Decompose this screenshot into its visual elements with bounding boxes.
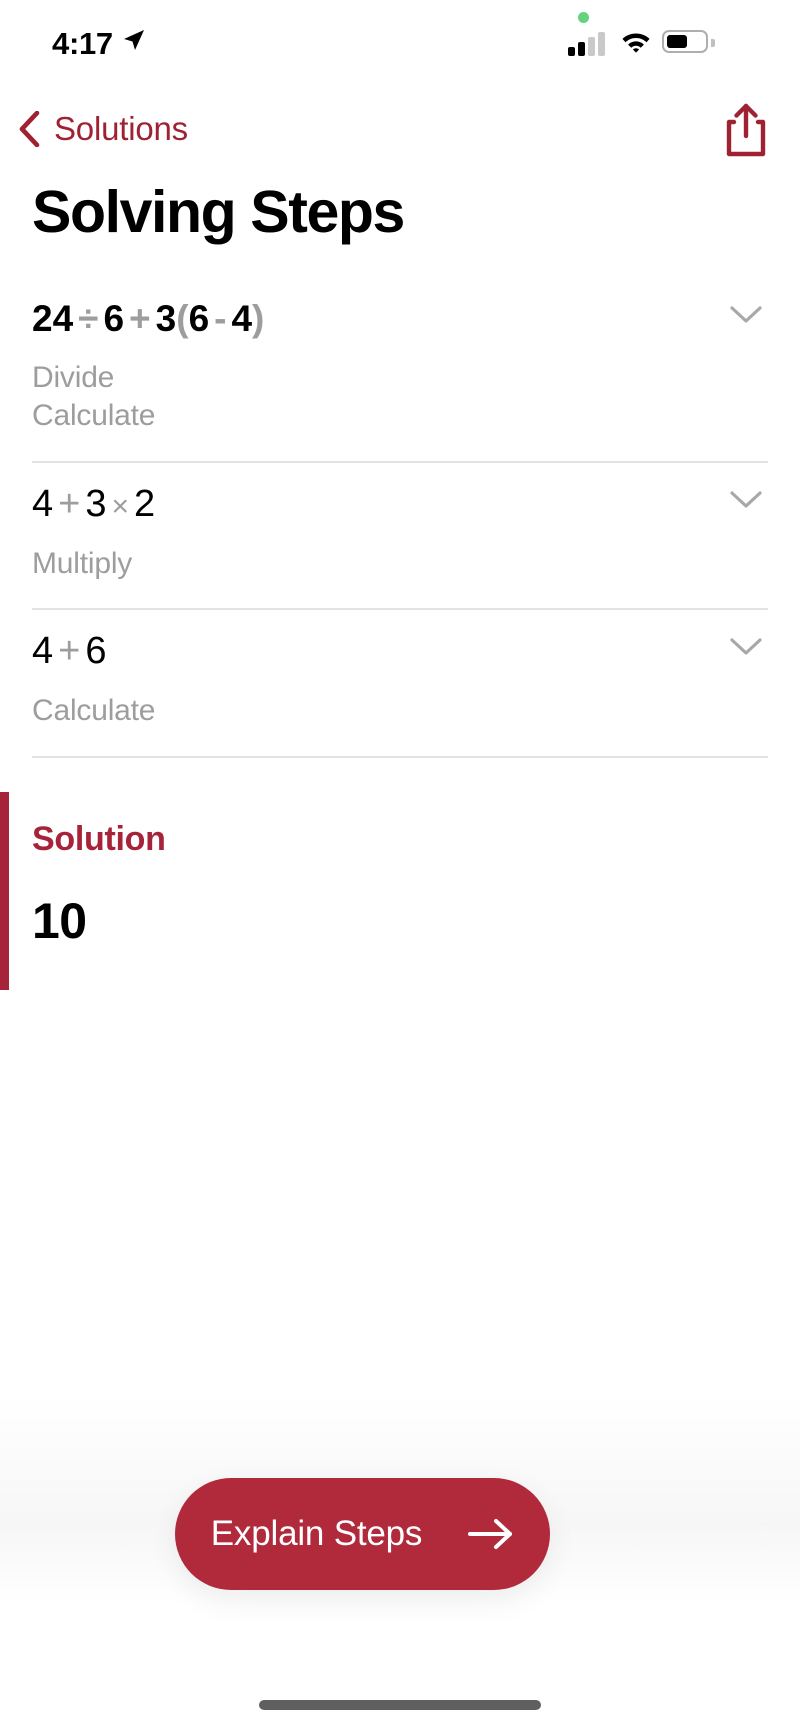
wifi-icon [622, 33, 650, 53]
expression-token: 6 [188, 298, 210, 339]
step-label-group: Divide Calculate [32, 359, 768, 435]
page-title: Solving Steps [32, 179, 405, 245]
chevron-down-icon[interactable] [728, 302, 764, 326]
expression-token: ( [176, 298, 189, 339]
solving-steps-list: 24 ÷ 6 +3(6-4) Divide Calculate 4 +3 × 2 Multi… [0, 278, 800, 759]
explain-steps-button[interactable]: Explain Steps [175, 1478, 550, 1590]
arrow-right-icon [468, 1519, 513, 1549]
status-bar: 4:17 [0, 0, 800, 90]
step-operation-label: Multiply [32, 546, 133, 580]
step-label-group: Multiply [32, 545, 768, 583]
home-indicator[interactable] [259, 1700, 541, 1710]
step-operation-label: Calculate [32, 694, 156, 728]
back-button-label: Solutions [54, 110, 188, 147]
expression-token: 6 [103, 298, 125, 339]
chevron-down-icon[interactable] [728, 487, 764, 511]
battery-icon [662, 30, 715, 53]
expression-token: 3 [155, 298, 177, 339]
step-expression: 4 +6 [32, 632, 768, 670]
step-operation-label: Divide [32, 361, 115, 394]
step-expression: 24 ÷ 6 +3(6-4) [32, 300, 768, 337]
step-expression: 4 +3 × 2 [32, 485, 768, 523]
explain-steps-label: Explain Steps [210, 1514, 423, 1553]
step-row[interactable]: 4 +6 Calculate [32, 610, 768, 759]
back-button[interactable]: Solutions [18, 98, 188, 160]
app-screen: 4:17 Solutions Solving Steps 24 ÷ 6 + 3(… [0, 0, 800, 1732]
expression-token: 4 [231, 298, 253, 339]
cellular-signal-icon [568, 30, 610, 56]
expression-token: 4 [32, 482, 54, 525]
status-time: 4:17 [52, 26, 113, 61]
step-row[interactable]: 24 ÷ 6 +3(6-4) Divide Calculate [32, 278, 768, 463]
expression-token: + [58, 630, 81, 673]
location-arrow-icon [124, 30, 144, 50]
share-icon[interactable] [720, 102, 772, 158]
expression-token: + [58, 482, 81, 525]
expression-token: 6 [85, 630, 107, 673]
green-privacy-dot [578, 12, 589, 23]
expression-token: - [214, 298, 227, 339]
expression-token: 24 [32, 298, 74, 339]
expression-token: ÷ [78, 298, 99, 339]
expression-token: 2 [134, 482, 156, 525]
solution-value: 10 [32, 893, 87, 949]
solution-title: Solution [32, 820, 166, 858]
expression-token: × [111, 489, 130, 523]
solution-block: Solution 10 [0, 792, 800, 992]
expression-token: 4 [32, 630, 54, 673]
navigation-bar: Solutions [0, 98, 800, 160]
chevron-down-icon[interactable] [728, 634, 764, 658]
solution-accent-bar [0, 792, 9, 990]
step-label-group: Calculate [32, 692, 768, 730]
expression-token: ) [252, 298, 265, 339]
chevron-left-icon [19, 111, 40, 147]
expression-token: + [129, 298, 151, 339]
step-operation-label: Calculate [32, 398, 156, 432]
step-row[interactable]: 4 +3 × 2 Multiply [32, 463, 768, 611]
expression-token: 3 [85, 482, 107, 525]
